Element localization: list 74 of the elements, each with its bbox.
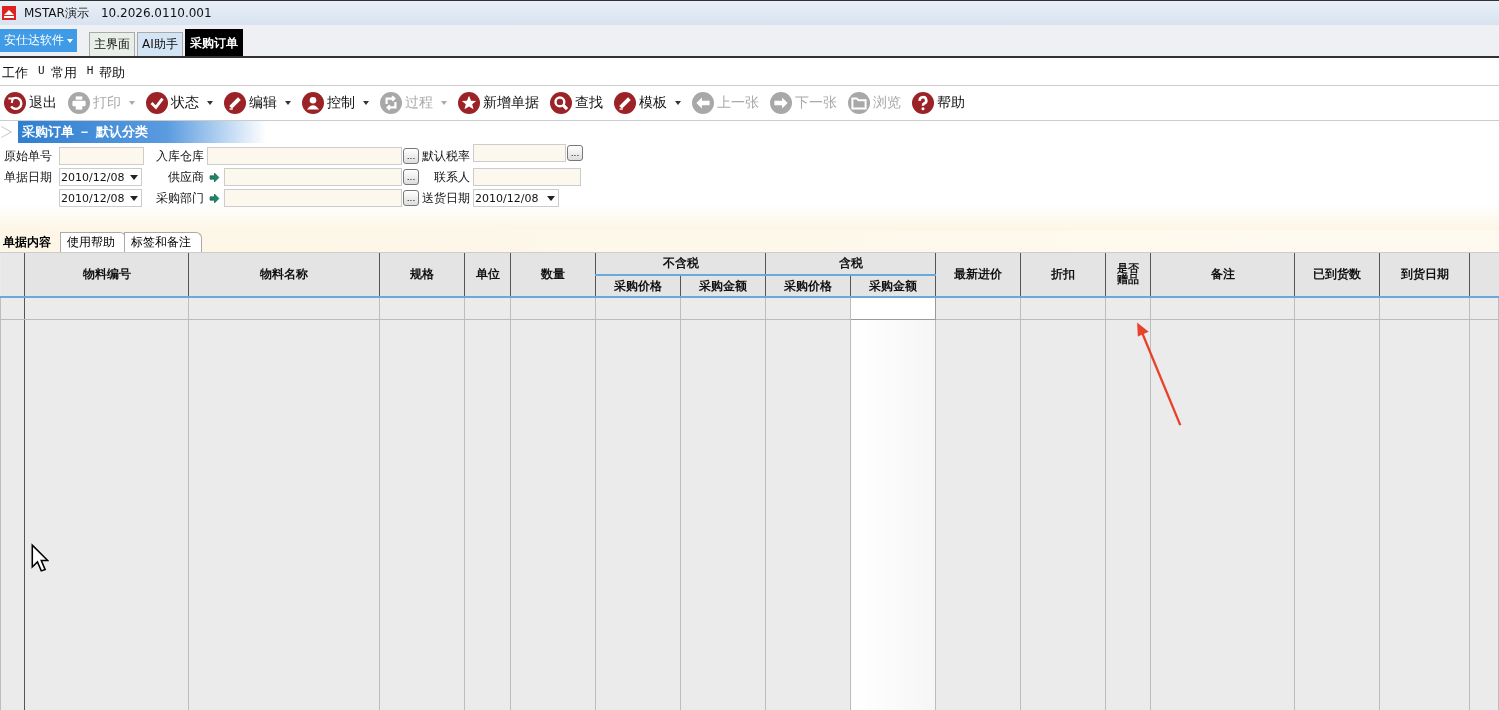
column-group-header: 不含税	[595, 253, 766, 275]
folder-icon	[848, 92, 870, 114]
column-header[interactable]: 已到货数	[1294, 253, 1380, 297]
column-header[interactable]: 数量	[510, 253, 596, 297]
table-cell[interactable]	[188, 297, 380, 320]
column-header[interactable]: 物料编号	[24, 253, 189, 297]
mouse-cursor-icon	[31, 543, 49, 573]
toolbar-button[interactable]: 模板	[610, 89, 688, 117]
date-field[interactable]: 2010/12/08	[473, 189, 559, 207]
column-header[interactable]: 最新进价	[935, 253, 1021, 297]
input-field[interactable]	[224, 168, 402, 186]
column-header[interactable]: 单位	[464, 253, 511, 297]
table-cell[interactable]	[1150, 297, 1295, 320]
input-field[interactable]	[473, 144, 566, 162]
printer-icon	[68, 92, 90, 114]
app-tab[interactable]: 采购订单	[184, 29, 243, 56]
toolbar-button[interactable]: 控制	[298, 89, 376, 117]
toolbar-button[interactable]: 帮助	[908, 89, 972, 117]
person-icon	[302, 92, 324, 114]
window-title: MSTAR演示	[24, 4, 89, 22]
field-label: 送货日期	[421, 189, 471, 207]
app-tab[interactable]: AI助手	[137, 32, 183, 56]
input-field[interactable]	[224, 189, 402, 207]
tab[interactable]: 单据内容	[0, 232, 62, 252]
column-header[interactable]: 折扣	[1020, 253, 1106, 297]
search-icon	[550, 92, 572, 114]
dropdown-icon	[130, 195, 138, 201]
browse-button[interactable]: ...	[403, 169, 419, 185]
browse-button[interactable]: ...	[567, 145, 583, 161]
field-label: 默认税率	[421, 147, 471, 165]
column-header[interactable]: 物料名称	[188, 253, 380, 297]
dropdown-icon	[130, 174, 138, 180]
input-field[interactable]	[473, 168, 581, 186]
browse-button[interactable]: ...	[403, 148, 419, 164]
toolbar-button[interactable]: 状态	[142, 89, 220, 117]
section-title: 采购订单 － 默认分类	[18, 121, 266, 143]
refresh-icon	[380, 92, 402, 114]
caret-icon	[67, 38, 73, 43]
column-header[interactable]: 规格	[379, 253, 465, 297]
app-logo-icon	[2, 6, 16, 20]
column-header[interactable]: 备注	[1150, 253, 1295, 297]
menu-item[interactable]: 帮助	[99, 64, 126, 82]
toolbar-button[interactable]: 新增单据	[454, 89, 546, 117]
field-label: 入库仓库	[155, 147, 205, 165]
toolbar-button[interactable]: 编辑	[220, 89, 298, 117]
field-label: 原始单号	[4, 147, 53, 165]
menu-shortcut-key: H	[86, 64, 94, 82]
menu-item[interactable]: 工作	[2, 64, 28, 82]
pencil-icon	[224, 92, 246, 114]
dropdown-icon	[547, 195, 555, 201]
app-tab[interactable]: 主界面	[89, 32, 135, 56]
toolbar-button[interactable]: 退出	[0, 89, 64, 117]
column-header[interactable]: 到货日期	[1379, 253, 1470, 297]
field-label: 联系人	[433, 168, 471, 186]
table-cell[interactable]	[24, 297, 189, 320]
field-label: 采购部门	[155, 189, 205, 207]
date-field[interactable]: 2010/12/08	[59, 168, 142, 186]
toolbar-button[interactable]: 查找	[546, 89, 610, 117]
column-header[interactable]: 是否赠品	[1105, 253, 1151, 297]
input-field[interactable]	[207, 147, 402, 165]
tab[interactable]: 标签和备注	[124, 232, 202, 252]
field-label: 供应商	[167, 168, 205, 186]
field-label: 单据日期	[4, 168, 53, 186]
tab[interactable]: 使用帮助	[60, 232, 126, 252]
browse-button[interactable]: ...	[403, 190, 419, 206]
date-field[interactable]: 2010/12/08	[59, 189, 142, 207]
column-group-header: 含税	[765, 253, 936, 275]
menu-shortcut-key: U	[38, 64, 45, 82]
help-icon	[912, 92, 934, 114]
menu-item[interactable]: 常用	[50, 64, 77, 82]
pencil-icon	[614, 92, 636, 114]
input-field[interactable]	[59, 147, 144, 165]
checkmark-icon	[146, 92, 168, 114]
version-label: 10.2026.0110.001	[100, 6, 212, 20]
